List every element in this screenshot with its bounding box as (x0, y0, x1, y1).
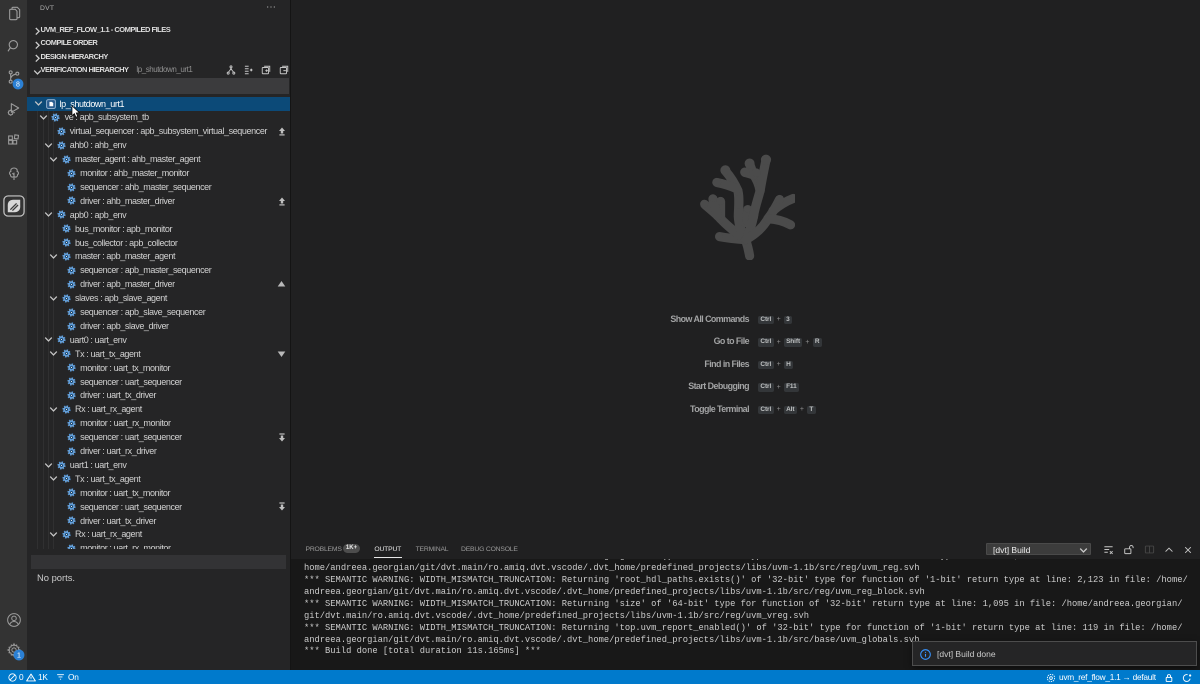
svg-text:8: 8 (16, 82, 20, 89)
svg-text:1: 1 (16, 651, 20, 660)
